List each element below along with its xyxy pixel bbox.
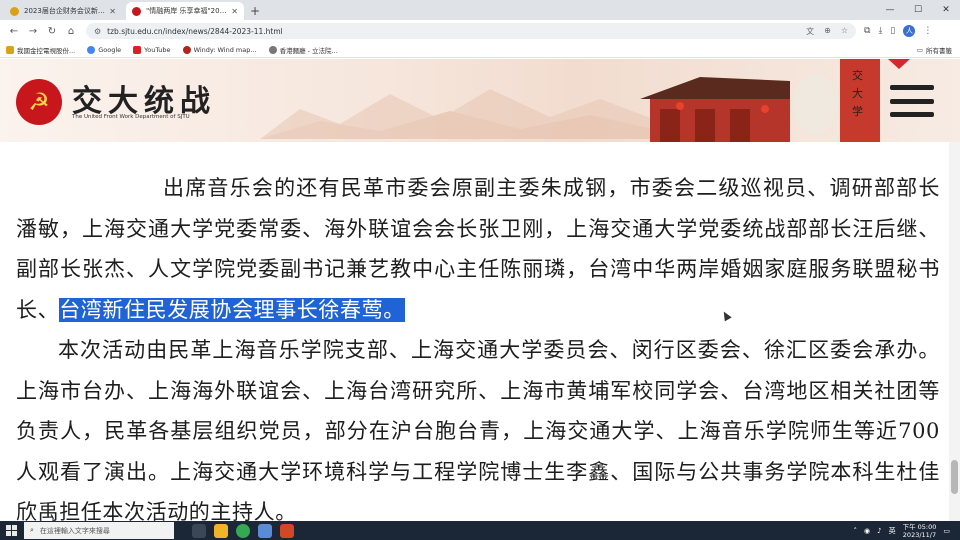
notification-icon[interactable]: ▭ (943, 527, 950, 535)
bookmark-item[interactable]: Windy: Wind map... (182, 45, 257, 54)
profile-avatar[interactable]: 人 (903, 25, 916, 37)
all-bookmarks-label: 所有書籤 (926, 47, 952, 55)
tab-title: "情融两岸 乐享幸福"2023沪台... (146, 7, 227, 15)
site-favicon-icon (10, 6, 19, 16)
bookmark-label: Windy: Wind map... (193, 45, 257, 54)
bookmark-item[interactable]: 我國金控電視股份... (6, 45, 75, 55)
svg-text:交: 交 (852, 68, 863, 82)
svg-text:学: 学 (852, 104, 863, 118)
minimize-button[interactable]: — (876, 0, 904, 20)
all-bookmarks-button[interactable]: ▭ 所有書籤 (917, 42, 952, 58)
bookmark-favicon-icon (6, 45, 14, 54)
search-icon: ⌕ (30, 526, 34, 534)
folder-icon: ▭ (916, 46, 923, 54)
split-view-icon[interactable]: ▯ (890, 26, 895, 36)
file-explorer-icon[interactable] (214, 523, 228, 538)
hamburger-menu-icon[interactable] (888, 81, 936, 121)
translate-icon[interactable]: 文 (806, 26, 814, 37)
address-bar[interactable]: ⚙ tzb.sjtu.edu.cn/index/news/2844-2023-1… (86, 23, 856, 39)
volume-icon[interactable]: ♪ (877, 527, 881, 535)
bookmark-label: YouTube (144, 45, 171, 54)
windy-icon (182, 45, 191, 54)
home-button[interactable]: ⌂ (63, 23, 79, 39)
menu-kebab-icon[interactable]: ⋮ (923, 26, 932, 36)
taskbar-clock[interactable]: 下午 05:00 2023/11/7 (903, 523, 937, 539)
tab-strip: 2023届台企财务会议新闻报道... ✕ "情融两岸 乐享幸福"2023沪台..… (0, 0, 960, 20)
close-window-button[interactable]: ✕ (932, 0, 960, 20)
bookmark-label: Google (98, 45, 122, 54)
network-icon[interactable]: ◉ (864, 527, 870, 535)
article-body: 出席音乐会的还有民革市委会原副主委朱成钢，市委会二级巡视员、调研部部长潘敏，上海… (16, 168, 940, 533)
site-logo-subtitle: The United Front Work Department of SJTU (72, 114, 190, 120)
bookmark-star-icon[interactable]: ☆ (841, 26, 848, 37)
page-scrollbar[interactable] (949, 142, 960, 522)
site-info-icon[interactable]: ⚙ (94, 27, 101, 36)
system-tray: ˄ ◉ ♪ 英 下午 05:00 2023/11/7 ▭ (853, 521, 950, 540)
new-tab-button[interactable]: + (250, 2, 260, 20)
search-placeholder: 在這裡輸入文字來搜尋 (39, 526, 110, 535)
article-paragraph: 本次活动由民革上海音乐学院支部、上海交通大学委员会、闵行区委会、徐汇区委会承办。… (16, 338, 940, 524)
bookmark-label: 香港麵廳 - 立法院... (279, 46, 338, 55)
tray-chevron-icon[interactable]: ˄ (853, 527, 857, 535)
youtube-icon (133, 45, 142, 54)
start-button-icon[interactable] (0, 521, 22, 540)
site-favicon-icon (132, 6, 141, 16)
browser-toolbar: ← → ↻ ⌂ ⚙ tzb.sjtu.edu.cn/index/news/284… (0, 20, 960, 42)
chrome-icon[interactable] (236, 523, 250, 538)
svg-text:大: 大 (852, 86, 863, 100)
extensions-icon[interactable]: ⧉ (864, 26, 870, 36)
bookmark-item[interactable]: 香港麵廳 - 立法院... (268, 45, 338, 55)
maximize-button[interactable]: ☐ (904, 0, 932, 20)
close-tab-icon[interactable]: ✕ (231, 7, 238, 16)
scrollbar-thumb[interactable] (951, 460, 958, 494)
clock-time: 下午 05:00 (902, 522, 937, 531)
google-icon (87, 45, 96, 54)
article-paragraph: 出席音乐会的还有民革市委会原副主委朱成钢，市委会二级巡视员、调研部部长潘敏，上海… (16, 168, 940, 330)
tab-title: 2023届台企财务会议新闻报道... (24, 7, 105, 15)
downloads-icon[interactable]: ⤓ (878, 26, 882, 36)
windows-taskbar: ⌕ 在這裡輸入文字來搜尋 ˄ ◉ ♪ 英 下午 05:00 2023/11/7 … (0, 521, 960, 540)
bookmark-label: 我國金控電視股份... (17, 46, 76, 55)
bookmark-item[interactable]: YouTube (133, 45, 171, 54)
bookmarks-bar: 我國金控電視股份... Google YouTube Windy: Wind m… (0, 42, 960, 58)
close-tab-icon[interactable]: ✕ (109, 7, 116, 16)
reload-button[interactable]: ↻ (44, 23, 60, 39)
task-view-icon[interactable] (192, 523, 206, 538)
browser-tab-1[interactable]: 2023届台企财务会议新闻报道... ✕ (4, 2, 122, 20)
taskbar-search-box[interactable]: ⌕ 在這裡輸入文字來搜尋 (24, 522, 174, 539)
party-emblem-logo: ☭ (16, 79, 62, 125)
mountain-background-image (260, 89, 680, 139)
forward-button[interactable]: → (25, 23, 41, 39)
window-controls: — ☐ ✕ (876, 0, 960, 20)
site-header: ☭ 交大统战 The United Front Work Department … (0, 59, 960, 142)
globe-icon (268, 45, 277, 54)
url-text: tzb.sjtu.edu.cn/index/news/2844-2023-11.… (107, 26, 283, 36)
powerpoint-icon[interactable] (280, 523, 294, 538)
app-icon[interactable] (258, 523, 272, 538)
selected-text[interactable]: 台湾新住民发展协会理事长徐春莺。 (59, 297, 405, 322)
clock-date: 2023/11/7 (902, 530, 937, 539)
back-button[interactable]: ← (6, 23, 22, 39)
browser-tab-2[interactable]: "情融两岸 乐享幸福"2023沪台... ✕ (126, 2, 244, 20)
ime-indicator[interactable]: 英 (889, 526, 896, 536)
bookmark-item[interactable]: Google (87, 45, 122, 54)
zoom-icon[interactable]: ⊕ (824, 26, 831, 37)
